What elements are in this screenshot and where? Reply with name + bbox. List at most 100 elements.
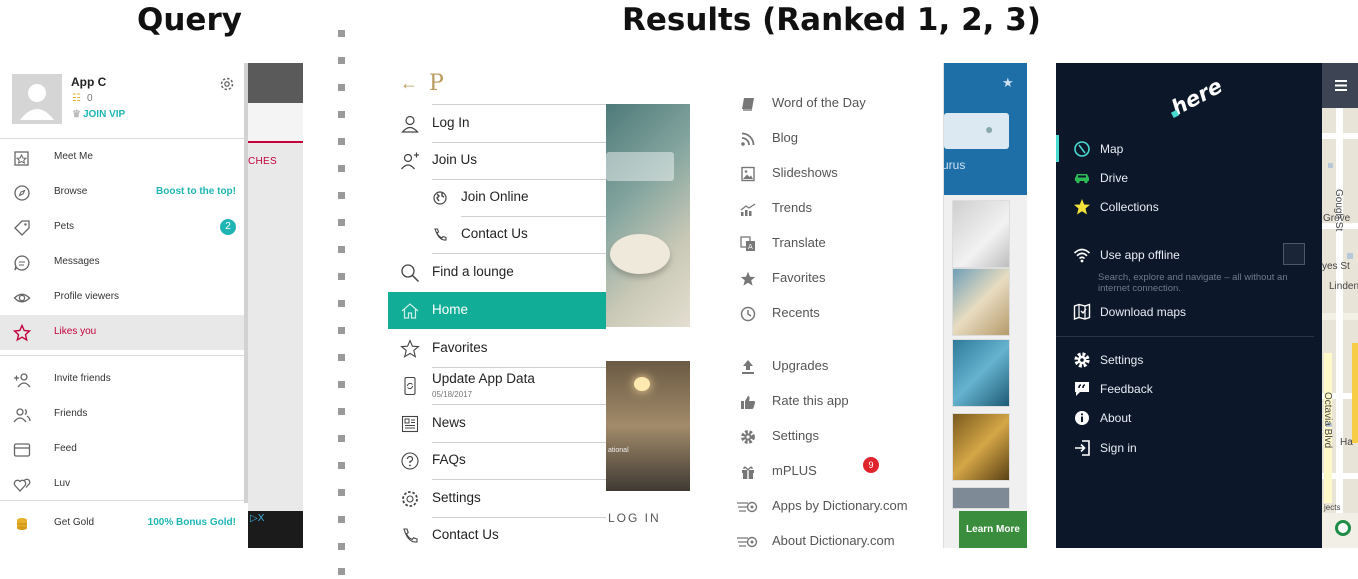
map-compass-icon <box>1073 140 1091 158</box>
menu-item-join-online[interactable]: Join Online <box>388 179 606 216</box>
menu-item-faqs[interactable]: FAQs <box>388 442 606 479</box>
menu-item-messages[interactable]: Messages <box>0 245 245 280</box>
boost-promo-link[interactable]: Boost to the top! <box>156 186 236 197</box>
menu-item-settings[interactable]: Settings <box>1056 346 1322 374</box>
background-search-box[interactable] <box>606 152 674 181</box>
update-date: 05/18/2017 <box>432 390 473 399</box>
menu-item-rate-this-app[interactable]: Rate this app <box>725 386 944 421</box>
menu-label: Join Online <box>461 189 529 204</box>
menu-item-translate[interactable]: A Translate <box>725 228 944 263</box>
menu-item-mplus[interactable]: mPLUS 9 <box>725 456 944 491</box>
menu-item-favorites[interactable]: Favorites <box>725 263 944 298</box>
menu-item-meet-me[interactable]: Meet Me <box>0 140 245 175</box>
background-content: CHES ▷X <box>248 63 303 548</box>
menu-label: Profile viewers <box>54 291 120 302</box>
map-view[interactable]: Gough St Grove yes St Linden Octavia Blv… <box>1322 63 1358 548</box>
gear-icon <box>1073 351 1091 369</box>
login-button[interactable]: LOG IN <box>608 511 661 525</box>
menu-item-news[interactable]: News <box>388 405 606 442</box>
menu-item-pets[interactable]: Pets 2 <box>0 210 245 245</box>
background-photo: ational LOG IN <box>606 63 690 548</box>
menu-item-contact-us[interactable]: Contact Us <box>388 517 606 548</box>
join-vip-link[interactable]: ♛ JOIN VIP <box>72 109 125 120</box>
menu-item-contact-us-sub[interactable]: Contact Us <box>388 216 606 253</box>
street-label: yes St <box>1322 261 1350 272</box>
gear-icon[interactable] <box>219 76 235 92</box>
dotted-separator <box>338 28 346 579</box>
menu-label: Trends <box>772 200 812 215</box>
menu-item-log-in[interactable]: Log In <box>388 105 606 142</box>
background-tab-bar: CHES <box>248 103 303 167</box>
menu-item-apps-by-dictionary[interactable]: Apps by Dictionary.com <box>725 491 944 526</box>
menu-label: mPLUS <box>772 463 817 478</box>
ad-banner[interactable]: ▷X <box>248 511 303 548</box>
menu-label: About <box>1100 411 1132 425</box>
menu-item-map[interactable]: Map <box>1056 135 1322 163</box>
menu-item-blog[interactable]: Blog <box>725 123 944 158</box>
menu-item-sign-in[interactable]: Sign in <box>1056 434 1322 462</box>
friends-icon <box>13 406 31 424</box>
notification-badge: 9 <box>863 457 879 473</box>
hamburger-menu-button[interactable] <box>1322 63 1358 108</box>
scrollbar[interactable] <box>244 63 248 503</box>
avatar[interactable] <box>12 74 62 124</box>
trends-icon <box>740 201 756 217</box>
background-search-box[interactable]: ● <box>944 113 1009 149</box>
divider <box>0 355 245 356</box>
thumbnail-image[interactable] <box>952 200 1010 268</box>
learn-more-button[interactable]: Learn More <box>959 511 1027 548</box>
image-icon <box>740 166 756 182</box>
menu-item-find-a-lounge[interactable]: Find a lounge <box>388 254 606 291</box>
menu-item-feedback[interactable]: Feedback <box>1056 375 1322 403</box>
menu-item-favorites[interactable]: Favorites <box>388 330 606 367</box>
microphone-icon[interactable]: ● <box>985 121 993 137</box>
lounge-photo: ational <box>606 361 690 491</box>
menu-item-join-us[interactable]: Join Us <box>388 142 606 179</box>
eye-icon <box>13 289 31 307</box>
menu-item-feed[interactable]: Feed <box>0 432 245 467</box>
menu-item-drive[interactable]: Drive <box>1056 164 1322 192</box>
menu-label: Upgrades <box>772 358 829 373</box>
menu-item-recents[interactable]: Recents <box>725 298 944 333</box>
menu-item-trends[interactable]: Trends <box>725 193 944 228</box>
menu-item-friends[interactable]: Friends <box>0 397 245 432</box>
menu-item-browse[interactable]: Browse Boost to the top! <box>0 175 245 210</box>
offline-description: Search, explore and navigate – all witho… <box>1098 272 1288 294</box>
menu-item-about-dictionary[interactable]: About Dictionary.com <box>725 526 944 548</box>
menu-item-upgrades[interactable]: Upgrades <box>725 351 944 386</box>
star-icon[interactable]: ★ <box>1002 75 1014 91</box>
search-icon <box>400 263 420 283</box>
thumbnail-image[interactable] <box>952 487 1010 509</box>
menu-item-profile-viewers[interactable]: Profile viewers <box>0 280 245 315</box>
bonus-gold-promo[interactable]: 100% Bonus Gold! <box>148 517 236 528</box>
back-arrow-icon[interactable]: ← <box>400 73 418 94</box>
menu-label: Friends <box>54 408 88 419</box>
menu-item-download-maps[interactable]: Download maps <box>1056 298 1322 326</box>
menu-item-get-gold[interactable]: Get Gold 100% Bonus Gold! <box>0 506 245 541</box>
menu-item-home[interactable]: Home <box>388 292 606 329</box>
ad-choices-icon[interactable]: ▷X <box>250 513 264 524</box>
menu-item-update-app-data[interactable]: Update App Data 05/18/2017 <box>388 367 606 404</box>
coffee-photo <box>606 104 690 327</box>
menu-item-settings[interactable]: Settings <box>725 421 944 456</box>
menu-item-settings[interactable]: Settings <box>388 480 606 517</box>
thumbnail-image[interactable] <box>952 413 1010 481</box>
result-3-screenshot: Gough St Grove yes St Linden Octavia Blv… <box>1056 63 1358 548</box>
thumbnail-image[interactable] <box>952 339 1010 407</box>
offline-mode-checkbox[interactable] <box>1283 243 1305 265</box>
menu-item-invite-friends[interactable]: Invite friends <box>0 362 245 397</box>
background-tab-label[interactable]: CHES <box>248 156 277 167</box>
menu-item-slideshows[interactable]: Slideshows <box>725 158 944 193</box>
menu-item-likes-you[interactable]: Likes you <box>0 315 245 350</box>
menu-label: Collections <box>1100 200 1159 214</box>
menu-label: Home <box>432 302 469 317</box>
menu-item-about[interactable]: About <box>1056 404 1322 432</box>
menu-label: Drive <box>1100 171 1129 185</box>
menu-item-luv[interactable]: Luv <box>0 467 245 502</box>
gift-icon <box>740 464 756 480</box>
menu-item-collections[interactable]: Collections <box>1056 193 1322 221</box>
street-label: Grove <box>1323 213 1351 224</box>
location-button[interactable] <box>1335 520 1351 536</box>
menu-item-word-of-the-day[interactable]: Word of the Day <box>725 88 944 123</box>
thumbnail-image[interactable] <box>952 268 1010 336</box>
